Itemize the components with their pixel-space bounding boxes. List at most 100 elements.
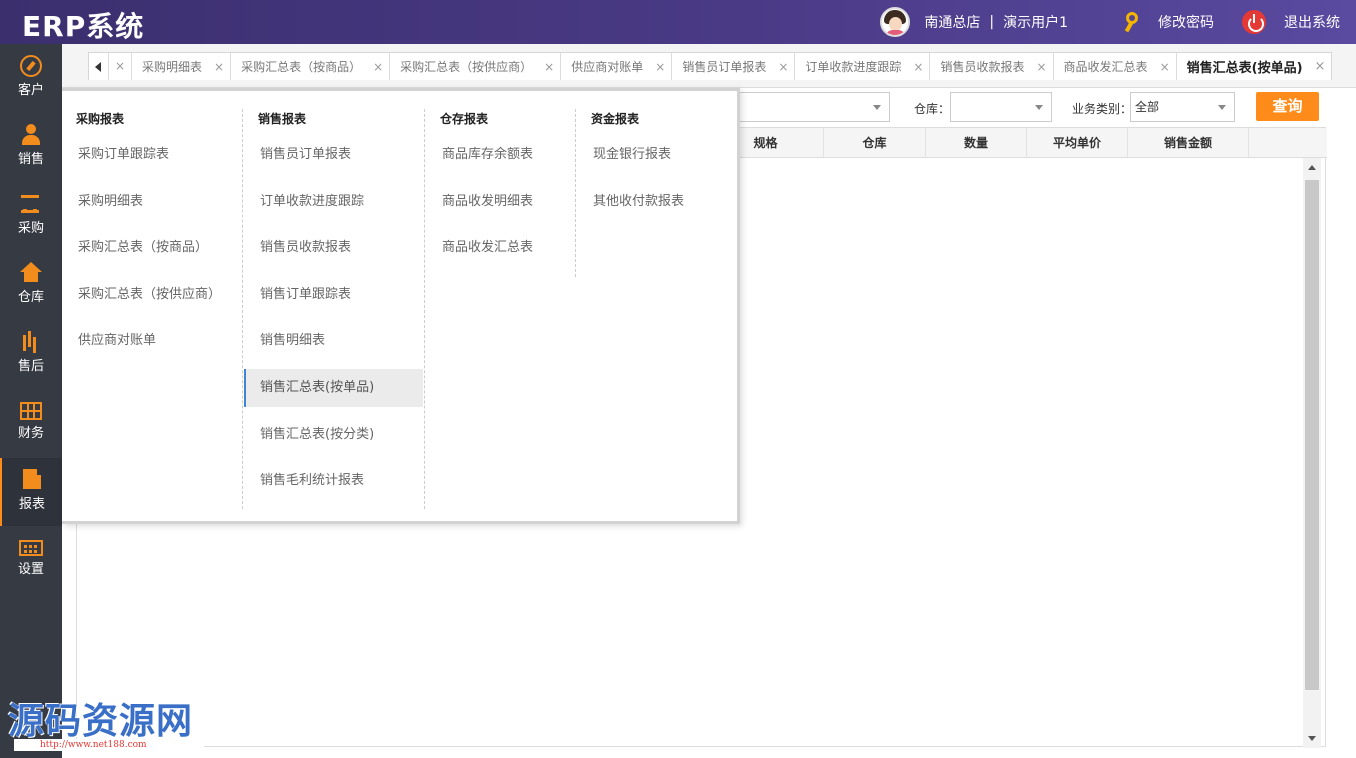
tab-label: 采购汇总表（按商品） — [241, 60, 362, 74]
sidebar-item-reports[interactable]: 报表 — [0, 458, 62, 526]
tab-order-payment-progress[interactable]: 订单收款进度跟踪 × — [794, 53, 929, 80]
top-header: ERP系统 南通总店 | 演示用户1 修改密码 退出系统 — [0, 0, 1356, 44]
tab-label: 销售汇总表(按单品) — [1186, 61, 1303, 76]
query-button[interactable]: 查询 — [1256, 92, 1319, 121]
sidebar-item-label: 仓库 — [17, 290, 44, 305]
menu-item[interactable]: 销售员收款报表 — [260, 229, 351, 267]
column-header[interactable]: 平均单价 — [1026, 128, 1127, 158]
change-password-link[interactable]: 修改密码 — [1158, 12, 1214, 32]
sidebar: 客户 销售 采购 仓库 售后 财务 报表 设置 — [0, 44, 62, 758]
close-icon[interactable]: × — [913, 60, 923, 74]
bars-icon — [19, 331, 43, 353]
column-header[interactable]: 销售金额 — [1127, 128, 1248, 158]
tab-label: 供应商对账单 — [571, 60, 644, 74]
tab-label: 商品收发汇总表 — [1063, 60, 1148, 74]
tab-label: 采购汇总表（按供应商） — [400, 60, 533, 74]
tab-purchase-summary-goods[interactable]: 采购汇总表（按商品） × — [230, 53, 389, 80]
scroll-up-icon[interactable] — [1308, 165, 1316, 170]
sidebar-item-label: 售后 — [17, 359, 44, 374]
menu-item[interactable]: 采购订单跟踪表 — [78, 136, 169, 174]
menu-item[interactable]: 供应商对账单 — [78, 322, 156, 360]
sidebar-item-sales[interactable]: 销售 — [0, 113, 62, 181]
scroll-down-icon[interactable] — [1308, 736, 1316, 741]
column-header[interactable]: 仓库 — [823, 128, 925, 158]
sidebar-item-warehouse[interactable]: 仓库 — [0, 251, 62, 319]
screen-icon — [19, 540, 43, 556]
logout-link[interactable]: 退出系统 — [1284, 12, 1340, 32]
tab-bar: × 采购明细表 × 采购汇总表（按商品） × 采购汇总表（按供应商） × 供应商对账单… — [62, 44, 1356, 88]
watermark-url: http://www.net188.com — [14, 739, 204, 751]
close-icon[interactable]: × — [1315, 59, 1326, 74]
sidebar-item-finance[interactable]: 财务 — [0, 389, 62, 457]
avatar[interactable] — [880, 7, 911, 37]
user-icon — [19, 124, 43, 146]
menu-title-sales: 销售报表 — [258, 112, 307, 126]
menu-item[interactable]: 商品收发明细表 — [442, 183, 533, 221]
menu-item[interactable]: 其他收付款报表 — [593, 183, 684, 221]
menu-divider — [424, 109, 425, 509]
house-icon — [19, 262, 43, 284]
menu-item[interactable]: 商品收发汇总表 — [442, 229, 533, 267]
menu-item[interactable]: 销售汇总表(按分类) — [260, 416, 374, 454]
menu-item[interactable]: 销售明细表 — [260, 322, 325, 360]
menu-item[interactable]: 采购汇总表（按商品） — [78, 229, 208, 267]
tab-label: 订单收款进度跟踪 — [805, 60, 902, 74]
key-icon — [1122, 12, 1138, 33]
menu-title-warehouse: 仓存报表 — [440, 112, 489, 126]
close-icon[interactable]: × — [655, 60, 665, 74]
tab-scroll-left-icon[interactable] — [89, 53, 109, 80]
menu-divider — [242, 109, 243, 509]
close-icon[interactable]: × — [214, 60, 224, 74]
sidebar-item-label: 采购 — [17, 221, 44, 236]
tab-purchase-detail[interactable]: 采购明细表 × — [131, 53, 230, 80]
sidebar-item-label: 财务 — [17, 426, 44, 441]
close-icon[interactable]: × — [1160, 60, 1170, 74]
filter-select[interactable] — [738, 92, 890, 122]
menu-item[interactable]: 销售员订单报表 — [260, 136, 351, 174]
scroll-thumb[interactable] — [1305, 180, 1319, 690]
tab-salesperson-orders[interactable]: 销售员订单报表 × — [671, 53, 794, 80]
sidebar-item-label: 客户 — [17, 83, 44, 98]
tab-label: 采购明细表 — [142, 60, 203, 74]
menu-item[interactable]: 销售毛利统计报表 — [260, 462, 364, 500]
user-name: 演示用户1 — [1003, 15, 1068, 31]
menu-item[interactable]: 采购汇总表（按供应商） — [78, 276, 221, 314]
vertical-scrollbar[interactable] — [1303, 158, 1321, 748]
menu-item-selected[interactable]: 销售汇总表(按单品) — [244, 369, 423, 407]
sidebar-item-customer[interactable]: 客户 — [0, 44, 62, 112]
tab-salesperson-payments[interactable]: 销售员收款报表 × — [929, 53, 1052, 80]
sidebar-item-purchase[interactable]: 采购 — [0, 182, 62, 250]
menu-title-funds: 资金报表 — [591, 112, 640, 126]
close-icon[interactable]: × — [1036, 60, 1046, 74]
sidebar-item-after-sales[interactable]: 售后 — [0, 320, 62, 388]
menu-item[interactable]: 采购明细表 — [78, 183, 143, 221]
header-separator: | — [989, 14, 995, 30]
column-header[interactable]: 数量 — [925, 128, 1026, 158]
tab-sales-summary-item[interactable]: 销售汇总表(按单品) × — [1175, 53, 1332, 80]
sidebar-item-label: 报表 — [18, 497, 45, 512]
menu-item[interactable]: 销售订单跟踪表 — [260, 276, 351, 314]
tab-goods-io-summary[interactable]: 商品收发汇总表 × — [1052, 53, 1176, 80]
menu-title-purchase: 采购报表 — [76, 112, 125, 126]
sidebar-item-label: 销售 — [17, 152, 44, 167]
menu-divider — [575, 109, 576, 277]
biz-type-value: 全部 — [1135, 100, 1160, 114]
menu-item[interactable]: 现金银行报表 — [593, 136, 671, 174]
close-icon[interactable]: × — [544, 60, 554, 74]
close-icon[interactable]: × — [778, 60, 788, 74]
sidebar-item-label: 设置 — [17, 562, 44, 577]
close-icon[interactable]: × — [109, 53, 131, 80]
tab-supplier-statement[interactable]: 供应商对账单 × — [560, 53, 671, 80]
sidebar-item-settings[interactable]: 设置 — [0, 527, 62, 595]
column-header-empty — [1248, 128, 1327, 158]
tab-strip: × 采购明细表 × 采购汇总表（按商品） × 采购汇总表（按供应商） × 供应商对账单… — [88, 52, 1333, 80]
biz-type-select[interactable]: 全部 — [1130, 92, 1235, 122]
biz-type-label: 业务类别： — [1072, 102, 1133, 116]
close-icon[interactable]: × — [373, 60, 383, 74]
tab-purchase-summary-supplier[interactable]: 采购汇总表（按供应商） × — [389, 53, 560, 80]
warehouse-select[interactable] — [950, 92, 1052, 122]
menu-item[interactable]: 商品库存余额表 — [442, 136, 533, 174]
watermark-text: 源码资源网 — [8, 701, 194, 742]
menu-item[interactable]: 订单收款进度跟踪 — [260, 183, 364, 221]
reports-menu: 采购报表 采购订单跟踪表 采购明细表 采购汇总表（按商品） 采购汇总表（按供应商… — [62, 88, 740, 524]
